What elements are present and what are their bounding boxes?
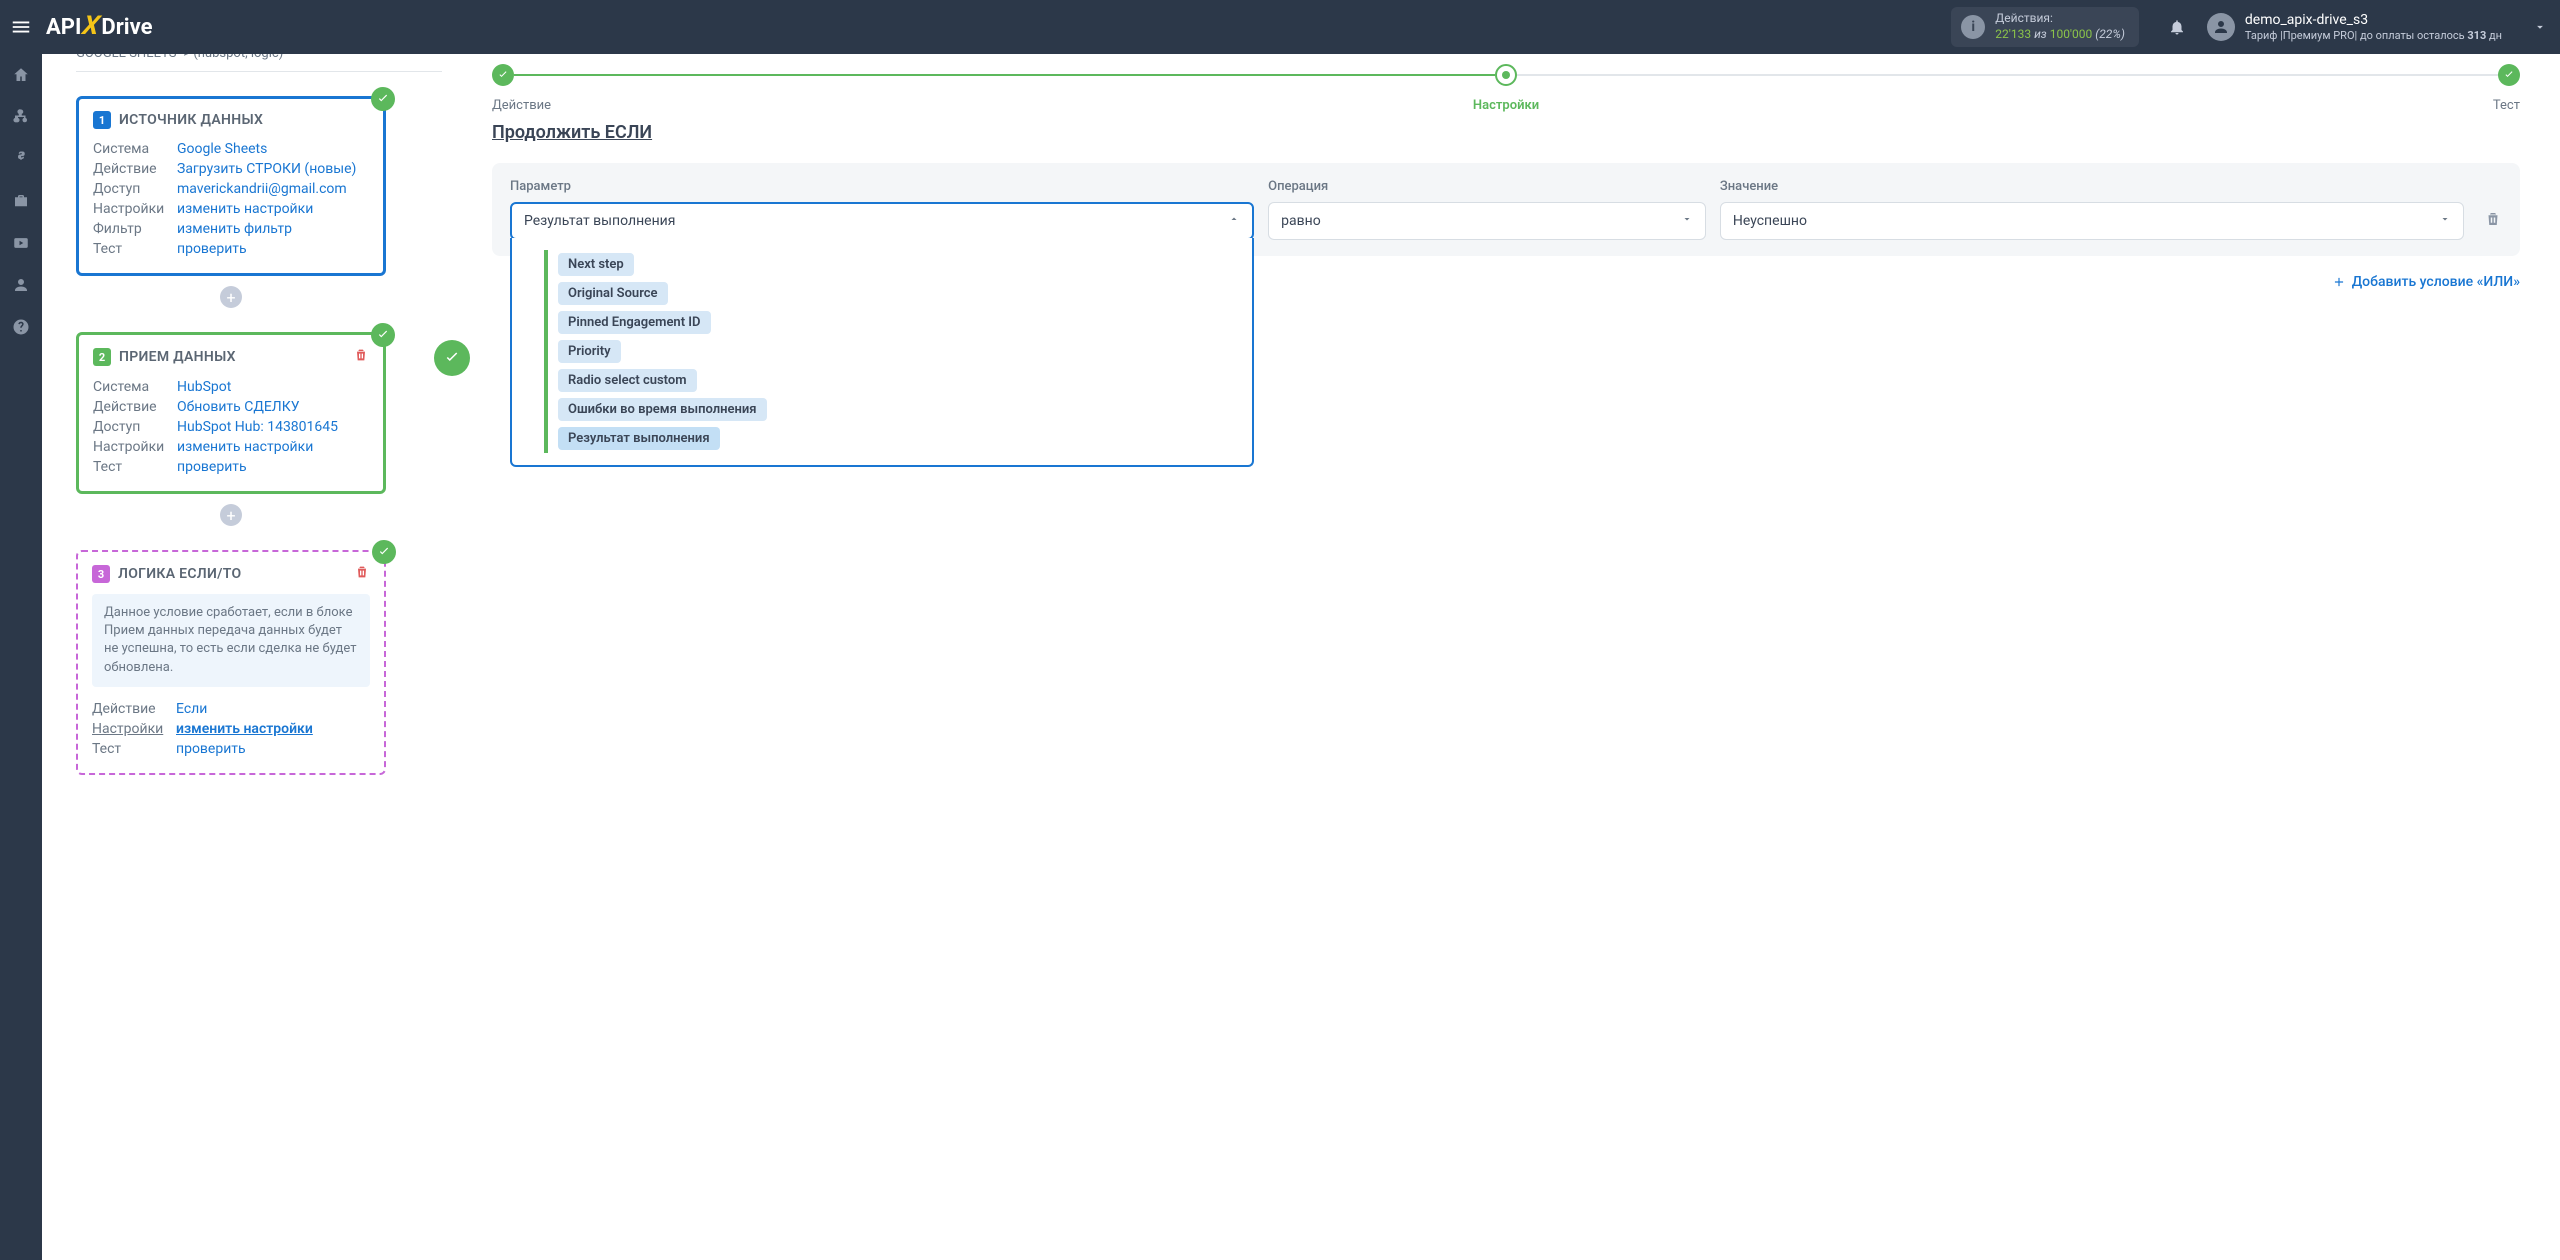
value-label: Значение — [1720, 179, 2464, 194]
section-title: Продолжить ЕСЛИ — [492, 122, 2520, 143]
add-step-button[interactable]: + — [220, 504, 242, 526]
source-system-link[interactable]: Google Sheets — [177, 141, 267, 157]
logic-action-link[interactable]: Если — [176, 701, 207, 717]
avatar-icon — [2207, 13, 2235, 41]
source-access-link[interactable]: maverickandrii@gmail.com — [177, 181, 347, 197]
sidebar-youtube[interactable] — [0, 222, 42, 264]
chevron-down-icon[interactable] — [2520, 20, 2560, 34]
user-name: demo_apix-drive_s3 — [2245, 11, 2502, 29]
param-select[interactable]: Результат выполнения Next step Original … — [510, 202, 1254, 240]
dest-system-link[interactable]: HubSpot — [177, 379, 231, 395]
op-label: Операция — [1268, 179, 1706, 194]
user-menu[interactable]: demo_apix-drive_s3 Тариф |Премиум PRO| д… — [2197, 11, 2520, 43]
logic-note: Данное условие сработает, если в блоке П… — [92, 594, 370, 687]
card-title: ИСТОЧНИК ДАННЫХ — [119, 112, 263, 128]
delete-card-button[interactable] — [354, 564, 370, 584]
card-number: 1 — [93, 111, 111, 129]
menu-button[interactable] — [0, 0, 42, 54]
notifications-button[interactable] — [2157, 18, 2197, 36]
delete-card-button[interactable] — [353, 347, 369, 367]
logo[interactable]: APIXDrive — [46, 12, 152, 42]
actions-label: Действия: — [1995, 11, 2125, 27]
dest-test-link[interactable]: проверить — [177, 459, 247, 475]
dropdown-item[interactable]: Next step — [558, 253, 634, 276]
source-test-link[interactable]: проверить — [177, 241, 247, 257]
header: APIXDrive i Действия: 22'133 из 100'000 … — [0, 0, 2560, 54]
dest-access-link[interactable]: HubSpot Hub: 143801645 — [177, 419, 338, 435]
actions-counter[interactable]: i Действия: 22'133 из 100'000 (22%) — [1951, 7, 2139, 47]
card-logic: 3 ЛОГИКА ЕСЛИ/ТО Данное условие сработае… — [76, 550, 386, 775]
op-selected-value: равно — [1281, 213, 1321, 229]
source-action-link[interactable]: Загрузить СТРОКИ (новые) — [177, 161, 356, 177]
source-filter-link[interactable]: изменить фильтр — [177, 221, 292, 237]
connection-title: GOOGLE SHEETS -> (hubspot, logic) — [76, 54, 442, 72]
param-dropdown: Next step Original Source Pinned Engagem… — [510, 238, 1254, 467]
source-settings-link[interactable]: изменить настройки — [177, 201, 313, 217]
param-selected-value: Результат выполнения — [524, 213, 675, 229]
sidebar-billing[interactable] — [0, 138, 42, 180]
dropdown-item[interactable]: Radio select custom — [558, 369, 697, 392]
step-settings[interactable]: Настройки — [1495, 64, 1517, 86]
tariff-text: Тариф |Премиум PRO| до оплаты осталось 3… — [2245, 29, 2502, 43]
check-icon — [371, 87, 395, 111]
logic-settings-link[interactable]: изменить настройки — [176, 721, 313, 737]
value-select[interactable]: Неуспешно — [1720, 202, 2464, 240]
left-panel: GOOGLE SHEETS -> (hubspot, logic) 1 ИСТО… — [42, 54, 442, 1260]
value-selected-value: Неуспешно — [1733, 213, 1807, 229]
dropdown-item[interactable]: Priority — [558, 340, 621, 363]
condition-box: Параметр Результат выполнения Next step … — [492, 163, 2520, 256]
dropdown-item[interactable]: Результат выполнения — [558, 427, 720, 450]
step-action[interactable]: Действие — [492, 64, 514, 86]
sidebar-briefcase[interactable] — [0, 180, 42, 222]
sidebar — [0, 54, 42, 1260]
main-content: GOOGLE SHEETS -> (hubspot, logic) 1 ИСТО… — [42, 54, 2560, 1260]
card-number: 3 — [92, 565, 110, 583]
sidebar-home[interactable] — [0, 54, 42, 96]
add-step-button[interactable]: + — [220, 286, 242, 308]
info-icon: i — [1961, 15, 1985, 39]
actions-values: 22'133 из 100'000 (22%) — [1995, 27, 2125, 43]
delete-condition-button[interactable] — [2484, 210, 2502, 232]
card-number: 2 — [93, 348, 111, 366]
logic-test-link[interactable]: проверить — [176, 741, 246, 757]
step-test[interactable]: Тест — [2498, 64, 2520, 86]
sidebar-profile[interactable] — [0, 264, 42, 306]
dest-action-link[interactable]: Обновить СДЕЛКУ — [177, 399, 300, 415]
sidebar-connections[interactable] — [0, 96, 42, 138]
stepper: Действие Настройки Тест — [492, 64, 2520, 86]
card-title: ПРИЕМ ДАННЫХ — [119, 349, 236, 365]
chevron-down-icon — [1681, 213, 1693, 229]
card-title: ЛОГИКА ЕСЛИ/ТО — [118, 566, 241, 582]
check-icon — [371, 323, 395, 347]
check-icon — [372, 540, 396, 564]
check-icon — [434, 340, 470, 376]
card-destination: 2 ПРИЕМ ДАННЫХ СистемаHubSpot ДействиеОб… — [76, 332, 386, 494]
chevron-down-icon — [2439, 213, 2451, 229]
right-panel: Действие Настройки Тест Продолжить ЕСЛИ … — [442, 54, 2560, 1260]
dest-settings-link[interactable]: изменить настройки — [177, 439, 313, 455]
param-label: Параметр — [510, 179, 1254, 194]
op-select[interactable]: равно — [1268, 202, 1706, 240]
chevron-up-icon — [1228, 213, 1240, 229]
dropdown-item[interactable]: Pinned Engagement ID — [558, 311, 711, 334]
dropdown-item[interactable]: Original Source — [558, 282, 668, 305]
sidebar-help[interactable] — [0, 306, 42, 348]
card-source: 1 ИСТОЧНИК ДАННЫХ СистемаGoogle Sheets Д… — [76, 96, 386, 276]
dropdown-item[interactable]: Ошибки во время выполнения — [558, 398, 767, 421]
